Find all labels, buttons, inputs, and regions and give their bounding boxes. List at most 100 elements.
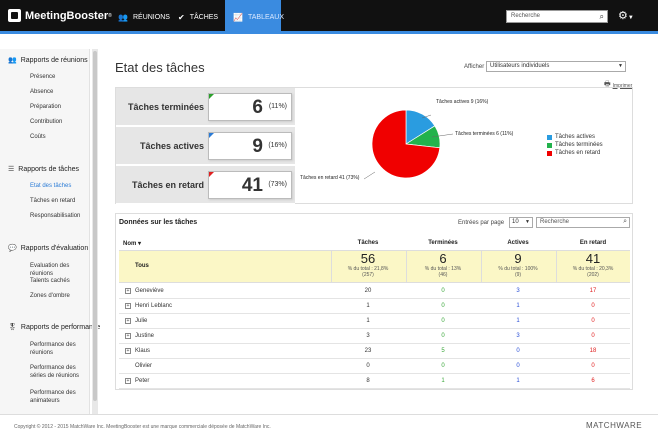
sidebar-item-absence[interactable]: Absence [30, 88, 88, 96]
matchware-logo: MATCHWARE [586, 421, 643, 430]
sidebar-item-performance-reunions[interactable]: Performance des réunions [30, 341, 88, 357]
row-terminees-value: 0 [441, 318, 445, 324]
sidebar-section-taches[interactable]: ☰ Rapports de tâches [8, 165, 79, 174]
expand-icon[interactable]: + [125, 348, 131, 354]
table-row[interactable]: + Peter 8 1 1 6 [119, 374, 630, 389]
row-name: Klaus [135, 348, 151, 354]
row-terminees-value: 0 [441, 363, 445, 369]
expand-icon[interactable]: + [125, 318, 131, 324]
nav-tab-taches[interactable]: ✔ TÂCHES [170, 0, 226, 34]
legend-item-late[interactable]: Tâches en retard [547, 149, 603, 157]
sidebar-item-zones-ombre[interactable]: Zones d'ombre [30, 292, 88, 300]
expand-icon[interactable]: + [125, 288, 131, 294]
people-icon: 👥 [118, 12, 128, 22]
column-divider [481, 250, 482, 283]
pie-label-late: Tâches en retard 41 (73%) [300, 175, 360, 181]
row-actives-value: 1 [516, 378, 520, 384]
legend-swatch [547, 134, 552, 140]
sidebar-item-performance-series[interactable]: Performance des séries de réunions [30, 364, 88, 380]
sidebar-item-evaluation-reunions[interactable]: Evaluation des réunions [30, 262, 88, 278]
table-row[interactable]: + Henri Leblanc 1 0 1 0 [119, 299, 630, 314]
row-taches-value: 1 [366, 318, 370, 324]
status-corner-marker [209, 133, 214, 138]
row-name: Julie [135, 318, 148, 324]
app-brand: MeetingBooster [25, 9, 109, 22]
expand-icon[interactable]: + [125, 378, 131, 384]
table-row[interactable]: + Justine 3 0 3 0 [119, 329, 630, 344]
expand-icon[interactable]: + [125, 303, 131, 309]
stat-box: 6 (11%) [208, 93, 292, 121]
totals-label: Tous [135, 263, 149, 269]
totals-retard: 41 % du total : 20,3% (202) [572, 251, 614, 279]
sidebar-item-talents-caches[interactable]: Talents cachés [30, 277, 88, 285]
row-retard-value: 6 [591, 378, 595, 384]
afficher-dropdown[interactable]: Utilisateurs individuels ▼ [486, 61, 626, 72]
afficher-label: Afficher [464, 64, 485, 70]
legend-swatch [547, 142, 552, 148]
sidebar-section-evaluation[interactable]: 💬 Rapports d'évaluation [8, 244, 88, 253]
row-actives-value: 1 [516, 303, 520, 309]
sidebar-item-preparation[interactable]: Préparation [30, 103, 88, 111]
table-row[interactable]: + Klaus 23 5 0 18 [119, 344, 630, 359]
sidebar-scrollbar[interactable] [92, 49, 98, 414]
pie-label-done: Tâches terminées 6 (11%) [455, 131, 514, 137]
column-header-en-retard[interactable]: En retard [558, 240, 628, 246]
table-title: Données sur les tâches [119, 219, 198, 226]
row-actives-value: 1 [516, 318, 520, 324]
row-terminees-value: 1 [441, 378, 445, 384]
pie-chart: Tâches actives 9 (16%) Tâches terminées … [300, 94, 513, 204]
column-header-terminees[interactable]: Terminées [408, 240, 478, 246]
people-icon: 👥 [8, 57, 17, 64]
row-retard-value: 0 [591, 303, 595, 309]
status-corner-marker [209, 94, 214, 99]
column-header-nom[interactable]: Nom ▾ [123, 240, 141, 247]
row-name: Olivier [135, 363, 153, 369]
entries-label: Entrées par page [458, 220, 505, 226]
app-logo[interactable]: MeetingBooster ® [8, 9, 112, 22]
column-header-taches[interactable]: Tâches [333, 240, 403, 246]
ribbon-icon: 🎖 [8, 324, 17, 331]
row-taches-value: 8 [366, 378, 370, 384]
entries-per-page-select[interactable]: 10 ▼ [509, 217, 533, 228]
legend-swatch [547, 150, 552, 156]
row-taches-value: 0 [366, 363, 370, 369]
row-taches-value: 3 [366, 333, 370, 339]
sidebar-section-performance[interactable]: 🎖 Rapports de performance [8, 323, 100, 332]
table-search-input[interactable]: Recherche ⌕ [536, 217, 630, 228]
sidebar-item-presence[interactable]: Présence [30, 73, 88, 81]
chevron-down-icon: ▼ [525, 219, 530, 225]
search-icon[interactable]: ⌕ [623, 218, 627, 226]
row-actives-value: 0 [516, 363, 520, 369]
pie-svg [363, 109, 454, 180]
sidebar-item-responsabilisation[interactable]: Responsabilisation [30, 212, 88, 220]
row-retard-value: 0 [591, 333, 595, 339]
nav-tab-reunions[interactable]: 👥 RÉUNIONS [110, 0, 178, 34]
column-header-actives[interactable]: Actives [483, 240, 553, 246]
status-corner-marker [209, 172, 214, 177]
global-search-input[interactable]: Recherche ⌕ [506, 10, 608, 23]
expand-icon[interactable]: + [125, 333, 131, 339]
row-name: Geneviève [135, 288, 164, 294]
settings-menu[interactable]: ⚙▼ [618, 9, 634, 22]
row-name: Peter [135, 378, 150, 384]
sidebar-item-couts[interactable]: Coûts [30, 133, 88, 141]
table-row[interactable]: Olivier 0 0 0 0 [119, 359, 630, 374]
scrollbar-thumb[interactable] [93, 51, 97, 401]
search-icon[interactable]: ⌕ [600, 12, 604, 22]
row-terminees-value: 0 [441, 288, 445, 294]
table-row[interactable]: + Julie 1 0 1 0 [119, 314, 630, 329]
sidebar-item-taches-retard[interactable]: Tâches en retard [30, 197, 88, 205]
row-retard-value: 18 [589, 348, 597, 354]
row-taches-value: 20 [364, 288, 372, 294]
logo-icon [8, 9, 21, 22]
nav-tab-tableaux[interactable]: 📈 TABLEAUX [225, 0, 284, 34]
sidebar-item-etat-taches[interactable]: Etat des tâches [30, 182, 88, 190]
legend-item-done[interactable]: Tâches terminées [547, 141, 603, 149]
row-actives-value: 3 [516, 333, 520, 339]
stat-box: 9 (16%) [208, 132, 292, 160]
legend-item-active[interactable]: Tâches actives [547, 133, 603, 141]
sidebar-section-reunions[interactable]: 👥 Rapports de réunions [8, 56, 88, 65]
sidebar-item-contribution[interactable]: Contribution [30, 118, 88, 126]
sidebar-item-performance-animateurs[interactable]: Performance des animateurs [30, 389, 88, 405]
table-row[interactable]: + Geneviève 20 0 3 17 [119, 284, 630, 299]
